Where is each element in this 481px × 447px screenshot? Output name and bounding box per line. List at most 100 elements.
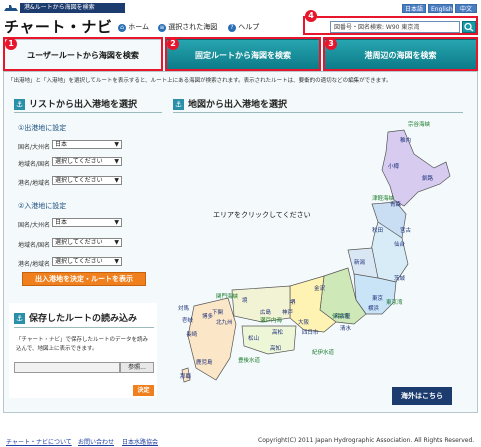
- map-label[interactable]: 秋田: [372, 226, 383, 234]
- map-label[interactable]: 高知: [270, 344, 281, 352]
- map-label[interactable]: 豊後水道: [238, 356, 261, 364]
- divider: [14, 112, 162, 113]
- map-label[interactable]: 大阪: [298, 318, 310, 326]
- home-icon: ⌂: [118, 24, 126, 32]
- browse-button[interactable]: 参照...: [120, 362, 154, 373]
- copyright: Copyright(C) 2011 Japan Hydrographic Ass…: [258, 437, 475, 444]
- footer-link-association[interactable]: 日本水路協会: [122, 437, 158, 446]
- nav-home[interactable]: ⌂ ホーム: [118, 22, 149, 32]
- map-label[interactable]: 壱岐: [182, 316, 194, 324]
- show-route-button[interactable]: 出入港地を決定・ルートを表示: [22, 272, 146, 286]
- map-label[interactable]: 釧路: [422, 174, 434, 182]
- map-label[interactable]: 鹿児島: [196, 358, 213, 366]
- map-label[interactable]: 茨城: [394, 274, 406, 282]
- list-panel-title-text: リストから出入港地を選択: [29, 100, 138, 110]
- dep-port-label: 港名/地域名: [18, 180, 51, 187]
- map-label[interactable]: 高松: [272, 328, 284, 336]
- highlight-box-2: [165, 37, 321, 71]
- arrival-heading: ②入港地に設定: [18, 202, 67, 210]
- chevron-down-icon: ▼: [114, 219, 119, 226]
- map-label[interactable]: 神戸: [282, 308, 294, 316]
- arr-country-value: 日本: [55, 219, 68, 226]
- dep-region-label: 地域名/国名: [18, 161, 51, 168]
- lang-japanese[interactable]: 日本語: [402, 4, 426, 13]
- map-label[interactable]: 名古屋: [334, 312, 351, 320]
- map-label[interactable]: 横浜: [368, 304, 380, 312]
- overseas-label: 海外はこちら: [401, 392, 443, 400]
- footer-link-about[interactable]: チャート・ナビについて: [6, 437, 72, 446]
- dep-region-select[interactable]: 選択してください ▼: [52, 157, 122, 166]
- map-label[interactable]: 稚内: [400, 136, 411, 144]
- japan-map[interactable]: 宗谷海峡稚内小樽釧路津軽海峡青森秋田 宮古仙台新潟東京湾茨城関門海峡瀬戸内海伊勢湾…: [172, 118, 468, 408]
- map-label[interactable]: 宮古: [400, 226, 412, 234]
- divider: [14, 327, 154, 328]
- browse-label: 参照...: [128, 364, 146, 371]
- help-icon: ?: [228, 24, 236, 32]
- map-label[interactable]: 金沢: [314, 284, 326, 292]
- anchor-icon: ⚓: [14, 99, 25, 110]
- chevron-down-icon: ▼: [114, 141, 119, 148]
- map-label[interactable]: 下関: [212, 309, 224, 316]
- anchor-icon: ⚓: [173, 99, 184, 110]
- ship-logo-icon: [4, 5, 18, 12]
- map-label[interactable]: 東京湾: [386, 298, 403, 306]
- lang-english[interactable]: English: [428, 4, 453, 13]
- map-label[interactable]: 仙台: [394, 240, 406, 248]
- map-label[interactable]: 小樽: [388, 162, 400, 170]
- nav-help[interactable]: ? ヘルプ: [228, 22, 259, 32]
- load-ok-button[interactable]: 決定: [133, 385, 154, 396]
- dep-country-label: 国名/大州名: [18, 144, 51, 151]
- map-label[interactable]: 清水: [340, 324, 352, 332]
- intro-text: 「出港地」と「入港地」を選択してルートを表示すると、ルート上にある海図が検索され…: [8, 78, 392, 84]
- footer-link-contact[interactable]: お問い合わせ: [78, 437, 114, 446]
- chart-icon: ≡: [158, 24, 166, 32]
- arr-country-select[interactable]: 日本 ▼: [52, 218, 122, 227]
- map-label[interactable]: 長崎: [186, 330, 198, 338]
- map-label[interactable]: 関門海峡: [216, 292, 239, 300]
- map-label[interactable]: 新潟: [354, 258, 366, 266]
- app-title: チャート・ナビ: [4, 18, 113, 36]
- map-label[interactable]: 対馬: [178, 304, 190, 312]
- chevron-down-icon: ▼: [114, 158, 119, 165]
- tagline-bar: 港&ルートから海図を検索: [20, 3, 125, 13]
- arr-region-label: 地域名/国名: [18, 242, 51, 249]
- map-label[interactable]: 堺: [290, 298, 296, 306]
- app-tagline: 港&ルートから海図を検索: [24, 4, 95, 11]
- map-label[interactable]: 広島: [260, 308, 272, 316]
- map-label[interactable]: 宗谷海峡: [408, 120, 431, 128]
- arr-port-label: 港名/地域名: [18, 261, 51, 268]
- dep-port-value: 選択してください: [55, 177, 103, 184]
- map-label[interactable]: 那覇: [180, 372, 192, 380]
- badge-3: 3: [325, 38, 337, 50]
- map-label[interactable]: 青森: [390, 200, 402, 208]
- lang-chinese[interactable]: 中文: [455, 4, 477, 13]
- file-input[interactable]: [14, 362, 120, 373]
- nav-help-label: ヘルプ: [238, 23, 260, 31]
- map-label[interactable]: 瀬戸内海: [260, 316, 283, 324]
- map-panel-title: ⚓ 地図から出入港地を選択: [173, 97, 287, 110]
- map-label[interactable]: 松山: [248, 334, 259, 342]
- dep-port-select[interactable]: 選択してください ▼: [52, 176, 122, 185]
- nav-selected-charts[interactable]: ≡ 選択された海図: [158, 22, 217, 32]
- anchor-icon: ⚓: [14, 313, 25, 324]
- dep-country-value: 日本: [55, 141, 68, 148]
- arr-port-select[interactable]: 選択してください ▼: [52, 257, 122, 266]
- map-label[interactable]: 境: [242, 296, 248, 304]
- nav-selected-label: 選択された海図: [168, 23, 218, 31]
- show-route-label: 出入港地を決定・ルートを表示: [35, 275, 133, 283]
- map-label[interactable]: 津軽海峡: [372, 194, 395, 202]
- arr-region-value: 選択してください: [55, 239, 103, 246]
- departure-heading: ①出港地に設定: [18, 124, 67, 132]
- load-panel-desc: 「チャート・ナビ」で保存したルートのデータを読み込んで、地図上に表示できます。: [16, 337, 148, 352]
- overseas-button[interactable]: 海外はこちら: [392, 387, 452, 405]
- map-label[interactable]: 北九州: [216, 318, 233, 326]
- badge-4: 4: [305, 10, 317, 22]
- map-label[interactable]: 東京: [372, 294, 384, 302]
- map-label[interactable]: 紀伊水道: [312, 348, 335, 356]
- dep-country-select[interactable]: 日本 ▼: [52, 140, 122, 149]
- arr-region-select[interactable]: 選択してください ▼: [52, 238, 122, 247]
- badge-2: 2: [167, 38, 179, 50]
- map-label[interactable]: 四日市: [302, 328, 319, 336]
- region-chugoku[interactable]: [231, 285, 291, 323]
- load-ok-label: 決定: [137, 387, 150, 394]
